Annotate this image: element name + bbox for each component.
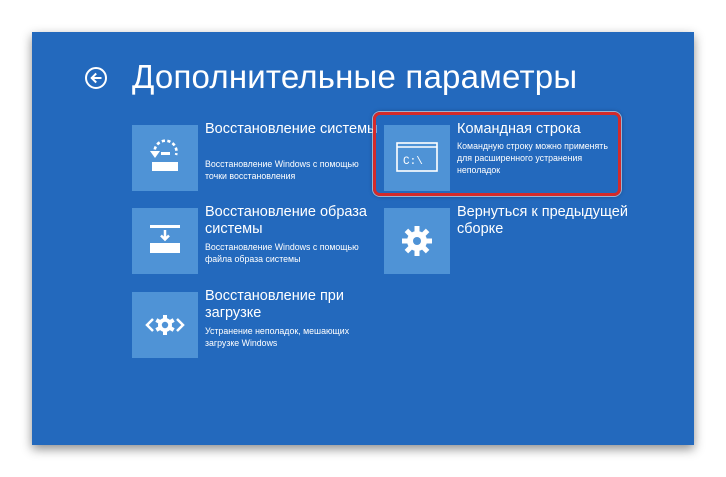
page-title: Дополнительные параметры: [132, 58, 578, 95]
option-description: Восстановление Windows с помощью файла о…: [205, 242, 359, 264]
option-system-restore[interactable]: Восстановление системы Восстановление Wi…: [132, 121, 377, 191]
option-system-image-recovery[interactable]: Восстановление образа системы Восстановл…: [132, 204, 372, 274]
highlight-frame: [373, 112, 621, 196]
option-description: Устранение неполадок, мешающих загрузке …: [205, 326, 350, 348]
startup-repair-icon: [132, 292, 198, 358]
option-description: Восстановление Windows с помощью точки в…: [205, 159, 359, 181]
option-startup-repair[interactable]: Восстановление при загрузке Устранение н…: [132, 288, 372, 358]
option-title: Восстановление при загрузке: [205, 288, 344, 321]
image-recovery-icon: [132, 208, 198, 274]
back-button[interactable]: [85, 67, 107, 89]
advanced-options-screen: Дополнительные параметры Восстановление …: [32, 32, 694, 445]
back-arrow-icon: [90, 72, 102, 84]
option-title: Восстановление образа системы: [205, 204, 367, 237]
system-restore-icon: [132, 125, 198, 191]
gear-icon: [384, 208, 450, 274]
option-title: Вернуться к предыдущей сборке: [457, 204, 628, 237]
option-title: Восстановление системы: [205, 121, 378, 137]
option-go-back-previous-build[interactable]: Вернуться к предыдущей сборке: [384, 204, 628, 274]
